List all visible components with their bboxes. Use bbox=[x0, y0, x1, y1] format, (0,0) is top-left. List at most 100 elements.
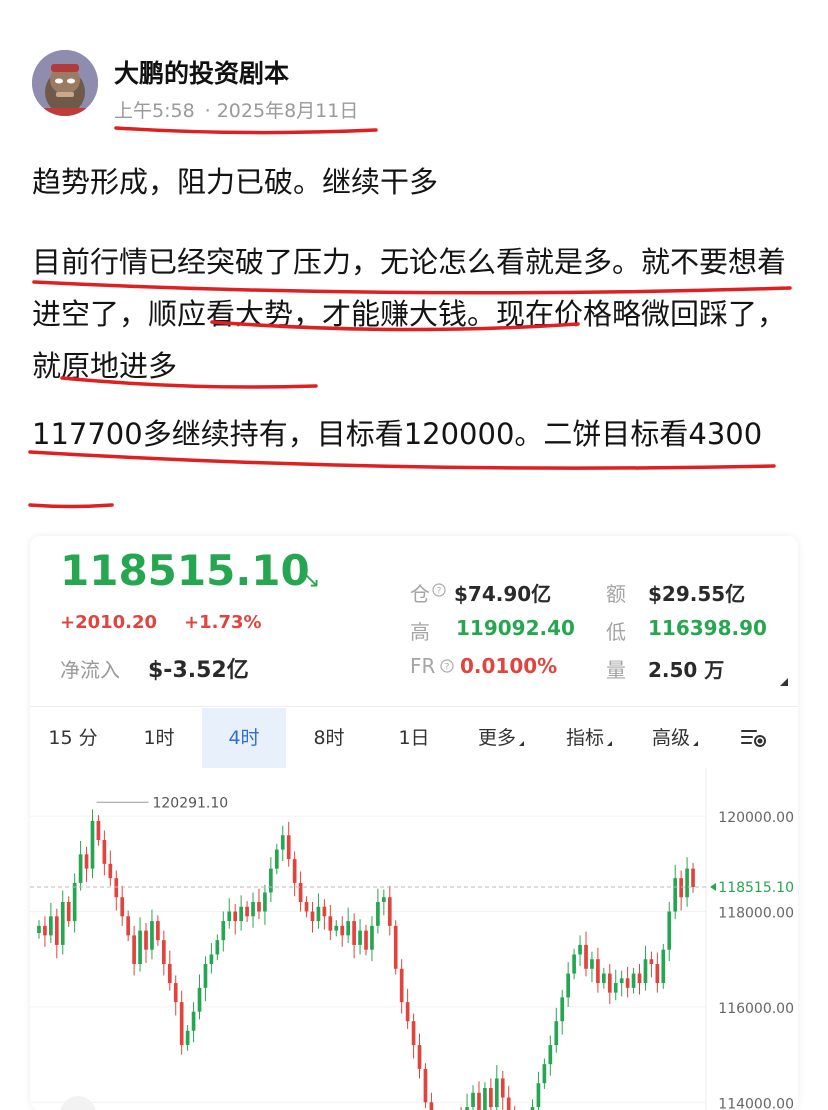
avatar[interactable] bbox=[32, 50, 98, 116]
candle-body bbox=[607, 973, 612, 993]
candle-body bbox=[96, 820, 101, 840]
tab-15m[interactable]: 15 分 bbox=[30, 708, 116, 768]
tab-more[interactable]: 更多 bbox=[456, 708, 546, 768]
candle-body bbox=[358, 930, 362, 945]
tab-1d[interactable]: 1日 bbox=[372, 708, 456, 768]
separator-dot: · bbox=[204, 100, 211, 122]
tab-8h[interactable]: 8时 bbox=[286, 708, 372, 768]
candle-body bbox=[625, 978, 630, 988]
candle-body bbox=[506, 1097, 511, 1110]
candle-body bbox=[554, 1021, 559, 1046]
author-name[interactable]: 大鹏的投资剧本 bbox=[114, 54, 289, 90]
candle-body bbox=[292, 859, 297, 883]
candle-body bbox=[60, 902, 65, 945]
svg-text:?: ? bbox=[437, 587, 442, 597]
candle-body bbox=[494, 1078, 499, 1108]
timeframe-tabs: 15 分 1时 4时 8时 1日 更多 指标 高级 bbox=[30, 708, 798, 768]
candle-body bbox=[685, 868, 689, 898]
tab-advanced[interactable]: 高级 bbox=[632, 708, 718, 768]
candle-body bbox=[679, 878, 683, 898]
ticker-card: 118515.10 ↘ +2010.20 +1.73% 净流入 $-3.52亿 … bbox=[30, 536, 798, 1110]
candle-body bbox=[376, 902, 380, 926]
low-label: 低 bbox=[606, 620, 626, 644]
current-price-label: 118515.10 bbox=[718, 880, 794, 896]
caret-icon bbox=[607, 741, 612, 746]
candle-body bbox=[72, 882, 77, 922]
candle-body bbox=[269, 868, 273, 893]
candle-body bbox=[352, 921, 356, 945]
net-inflow-value: $-3.52亿 bbox=[148, 658, 249, 683]
candle-body bbox=[84, 854, 89, 869]
candle-body bbox=[43, 925, 47, 936]
candle-body bbox=[54, 916, 59, 945]
candle-body bbox=[185, 1030, 190, 1046]
turnover-value: $29.55亿 bbox=[648, 582, 746, 606]
tab-4h[interactable]: 4时 bbox=[202, 708, 286, 768]
info-circle-icon[interactable]: ? bbox=[432, 583, 446, 597]
y-tick-label: 114000.00 bbox=[718, 1096, 794, 1110]
post-paragraph-2: 目前行情已经突破了压力，无论怎么看就是多。就不要想着进空了，顺应看大势，才能赚大… bbox=[32, 245, 787, 383]
candle-body bbox=[483, 1088, 487, 1110]
open-interest-value: $74.90亿 bbox=[454, 582, 552, 606]
candle-body bbox=[161, 940, 166, 964]
candle-body bbox=[399, 968, 404, 1003]
high-value: 119092.40 bbox=[456, 616, 575, 640]
post-paragraph-3: 117700多继续持有，目标看120000。二饼目标看4300 bbox=[32, 417, 763, 451]
price-change: +2010.20 bbox=[60, 612, 158, 633]
candle-body bbox=[144, 930, 148, 950]
candle-body bbox=[637, 973, 642, 984]
expand-corner-icon[interactable] bbox=[780, 678, 788, 686]
candle-body bbox=[381, 897, 386, 902]
candle-body bbox=[411, 1021, 416, 1046]
funding-rate-value: 0.0100% bbox=[460, 654, 558, 678]
post-date: 2025年8月11日 bbox=[216, 100, 359, 122]
candle-body bbox=[429, 1102, 434, 1110]
candle-body bbox=[560, 997, 565, 1022]
candle-body bbox=[179, 1002, 184, 1046]
candle-body bbox=[643, 959, 648, 984]
candle-body bbox=[114, 878, 119, 898]
candlestick-chart[interactable]: 120000.00 118000.00 116000.00 114000.00 1202… bbox=[30, 768, 798, 1110]
candle-body bbox=[138, 930, 142, 964]
candle-body bbox=[578, 944, 582, 955]
open-interest-label: 仓 bbox=[410, 582, 430, 606]
candle-body bbox=[215, 940, 220, 955]
svg-text:?: ? bbox=[445, 663, 450, 673]
candle-body bbox=[227, 911, 232, 922]
funding-rate-label: FR bbox=[410, 654, 436, 678]
caret-icon bbox=[693, 741, 698, 746]
underline-timestamp bbox=[114, 126, 378, 135]
candle-body bbox=[613, 983, 618, 993]
info-circle-icon[interactable]: ? bbox=[440, 659, 454, 673]
candle-body bbox=[542, 1064, 547, 1084]
candle-body bbox=[49, 916, 53, 936]
candle-body bbox=[263, 892, 267, 912]
candle-body bbox=[673, 878, 678, 912]
candle-body bbox=[691, 868, 695, 887]
candle-body bbox=[257, 902, 261, 912]
candle-body bbox=[334, 925, 339, 931]
candle-body bbox=[548, 1045, 553, 1065]
tab-indicators[interactable]: 指标 bbox=[546, 708, 632, 768]
quantity-label: 量 bbox=[606, 658, 626, 682]
chart-settings-icon[interactable] bbox=[740, 726, 768, 750]
candle-body bbox=[322, 906, 327, 917]
candle-body bbox=[393, 925, 398, 969]
post-timestamp: 上午5:58 · 2025年8月11日 bbox=[114, 96, 358, 123]
candle-body bbox=[387, 897, 392, 926]
quantity-value: 2.50 万 bbox=[648, 658, 725, 682]
caret-icon bbox=[519, 741, 524, 746]
candle-body bbox=[370, 925, 374, 950]
tab-1h[interactable]: 1时 bbox=[116, 708, 202, 768]
candle-body bbox=[66, 902, 71, 922]
candle-body bbox=[126, 916, 131, 936]
candle-body bbox=[156, 921, 160, 941]
candle-body bbox=[364, 930, 368, 950]
candle-body bbox=[572, 954, 576, 974]
candle-body bbox=[78, 854, 83, 883]
candle-body bbox=[631, 973, 636, 988]
high-label: 高 bbox=[410, 620, 430, 644]
candle-body bbox=[203, 964, 208, 988]
candle-body bbox=[280, 835, 285, 850]
divider bbox=[30, 706, 798, 707]
